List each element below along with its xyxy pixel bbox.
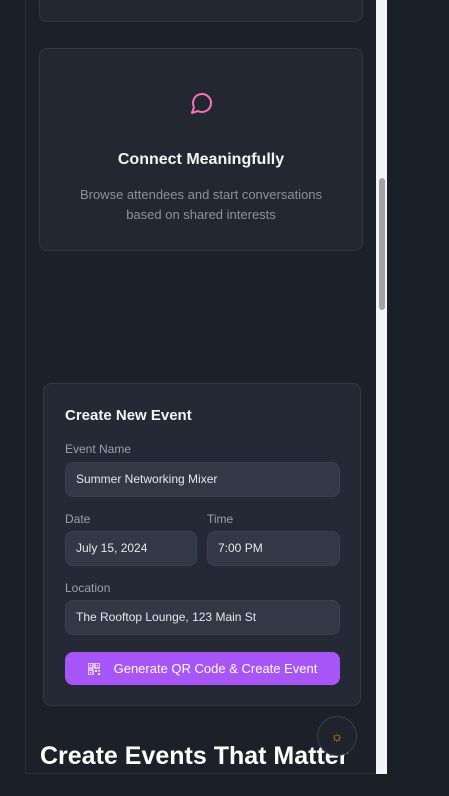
event-name-input[interactable]: Summer Networking Mixer xyxy=(65,462,340,497)
form-title: Create New Event xyxy=(65,407,192,424)
chat-bubble-icon xyxy=(191,93,212,114)
feature-title: Connect Meaningfully xyxy=(117,151,285,168)
feature-description: Browse attendees and start conversations… xyxy=(79,187,323,222)
sun-icon: ☼ xyxy=(330,728,344,744)
feature-card-connect: Connect Meaningfully Browse attendees an… xyxy=(39,48,363,251)
previous-feature-card xyxy=(39,0,363,22)
generate-qr-create-event-button[interactable]: Generate QR Code & Create Event xyxy=(65,652,340,685)
date-input[interactable]: July 15, 2024 xyxy=(65,531,197,566)
theme-toggle-button[interactable]: ☼ xyxy=(317,716,357,756)
time-input[interactable]: 7:00 PM xyxy=(207,531,340,566)
generate-button-label: Generate QR Code & Create Event xyxy=(113,661,318,676)
location-label: Location xyxy=(65,581,111,595)
scrollbar-thumb[interactable] xyxy=(379,178,385,310)
event-name-label: Event Name xyxy=(65,442,132,456)
section-headline: Create Events That Matter xyxy=(40,742,349,770)
create-event-form: Create New Event Event Name Summer Netwo… xyxy=(43,383,361,706)
qr-code-icon xyxy=(87,662,100,675)
time-label: Time xyxy=(207,512,234,526)
location-input[interactable]: The Rooftop Lounge, 123 Main St xyxy=(65,600,340,635)
page-viewport: Connect Meaningfully Browse attendees an… xyxy=(25,0,377,774)
scrollbar-track[interactable] xyxy=(376,0,387,774)
date-label: Date xyxy=(65,512,91,526)
